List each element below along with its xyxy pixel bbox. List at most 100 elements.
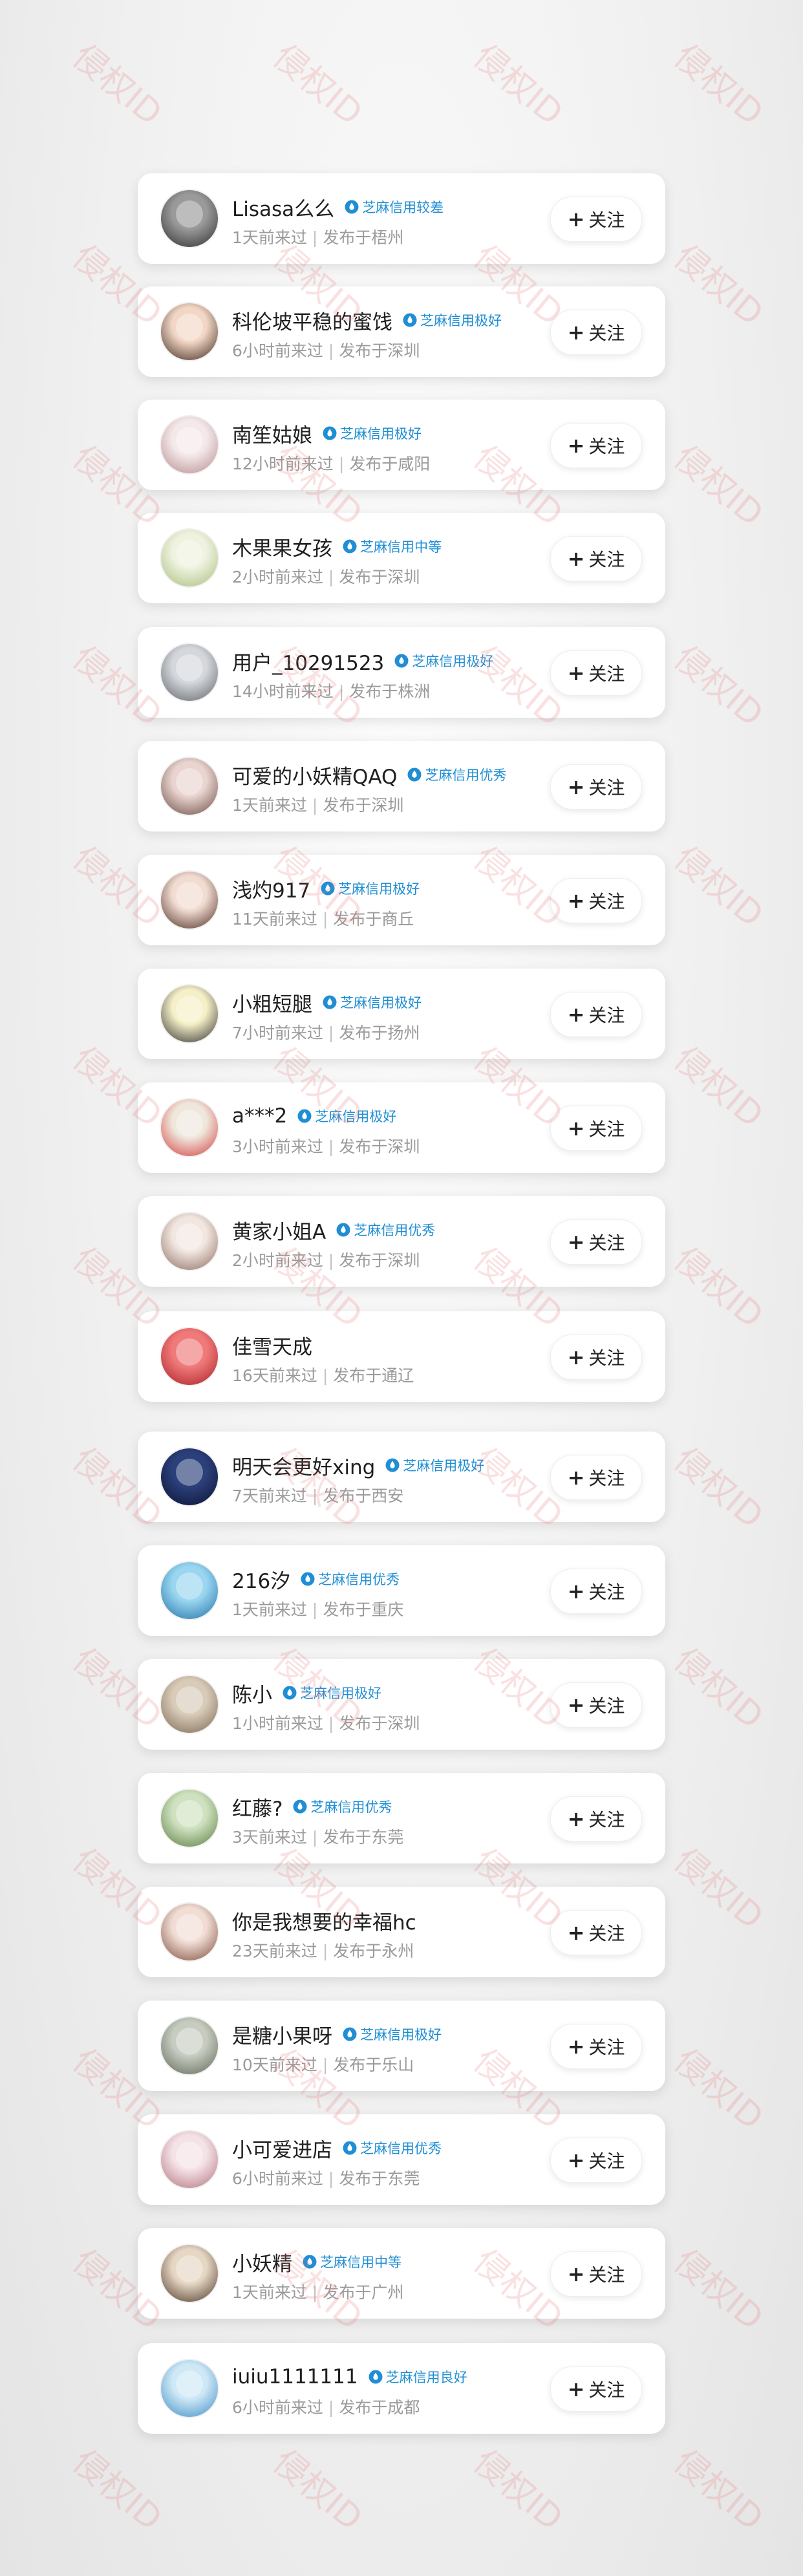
name-row: 佳雪天成 <box>232 1331 312 1360</box>
avatar[interactable] <box>161 1790 218 1847</box>
follow-button[interactable]: + 关注 <box>550 423 642 468</box>
user-name[interactable]: 黄家小姐A <box>232 1216 326 1245</box>
user-name[interactable]: 是糖小果呀 <box>232 2020 332 2049</box>
avatar[interactable] <box>161 1099 218 1156</box>
follow-button[interactable]: + 关注 <box>550 1219 642 1265</box>
last-seen-time: 1小时前来过 <box>232 1714 323 1733</box>
avatar[interactable] <box>161 644 218 701</box>
avatar[interactable] <box>161 1904 218 1960</box>
separator: | <box>312 228 318 247</box>
user-name[interactable]: 红藤? <box>232 1792 283 1821</box>
user-name[interactable]: 陈小 <box>232 1679 272 1708</box>
user-name[interactable]: Lisasa么么 <box>232 193 334 222</box>
sesame-credit-drop-icon <box>293 1799 307 1814</box>
avatar[interactable] <box>161 303 218 360</box>
follow-button[interactable]: + 关注 <box>550 2251 642 2297</box>
user-name[interactable]: 小可爱进店 <box>232 2134 332 2163</box>
credit-badge-label: 芝麻信用良好 <box>385 2370 467 2385</box>
plus-icon: + <box>567 1693 585 1717</box>
user-name[interactable]: 佳雪天成 <box>232 1331 312 1360</box>
last-seen-time: 1天前来过 <box>232 1600 307 1619</box>
user-name[interactable]: 你是我想要的幸福hc <box>232 1906 416 1935</box>
follow-button[interactable]: + 关注 <box>550 1910 642 1955</box>
follow-button[interactable]: + 关注 <box>550 1796 642 1841</box>
credit-badge-label: 芝麻信用极好 <box>360 2027 442 2043</box>
follow-label: 关注 <box>588 1119 625 1140</box>
avatar[interactable] <box>161 1676 218 1733</box>
watermark-text: 侵权ID <box>666 1240 771 1336</box>
post-location: 发布于扬州 <box>339 1024 420 1042</box>
follow-button[interactable]: + 关注 <box>550 197 642 242</box>
follow-button[interactable]: + 关注 <box>550 1455 642 1500</box>
user-name[interactable]: a***2 <box>232 1104 287 1128</box>
user-name[interactable]: iuiu1111111 <box>232 2365 358 2388</box>
sesame-credit-drop-icon <box>343 2141 357 2155</box>
user-name[interactable]: 216汐 <box>232 1565 290 1594</box>
user-name[interactable]: 科伦坡平稳的蜜饯 <box>232 306 392 335</box>
post-location: 发布于梧州 <box>323 228 404 247</box>
credit-badge-label: 芝麻信用极好 <box>340 426 422 442</box>
avatar[interactable] <box>161 530 218 586</box>
avatar[interactable] <box>161 985 218 1042</box>
user-name[interactable]: 小妖精 <box>232 2248 292 2277</box>
name-row: 可爱的小妖精QAQ 芝麻信用优秀 <box>232 760 511 789</box>
user-name[interactable]: 木果果女孩 <box>232 532 332 561</box>
avatar[interactable] <box>161 872 218 928</box>
sesame-credit-drop-icon <box>407 767 422 782</box>
user-name[interactable]: 浅灼917 <box>232 874 310 903</box>
follow-button[interactable]: + 关注 <box>550 1106 642 1151</box>
credit-badge: 芝麻信用极好 <box>400 310 507 330</box>
avatar[interactable] <box>161 1213 218 1270</box>
follow-button[interactable]: + 关注 <box>550 1569 642 1614</box>
follow-button[interactable]: + 关注 <box>550 992 642 1037</box>
follow-button[interactable]: + 关注 <box>550 1682 642 1728</box>
post-location: 发布于深圳 <box>339 568 420 586</box>
user-name[interactable]: 小粗短腿 <box>232 988 312 1017</box>
meta-line: 6小时前来过 | 发布于深圳 <box>232 338 420 361</box>
follow-button[interactable]: + 关注 <box>550 878 642 923</box>
avatar[interactable] <box>161 2245 218 2302</box>
follow-label: 关注 <box>588 2264 625 2286</box>
avatar[interactable] <box>161 416 218 473</box>
avatar[interactable] <box>161 1562 218 1619</box>
user-name[interactable]: 南笙姑娘 <box>232 419 312 448</box>
follow-button[interactable]: + 关注 <box>550 310 642 355</box>
meta-line: 23天前来过 | 发布于永州 <box>232 1938 414 1962</box>
last-seen-time: 2小时前来过 <box>232 568 323 586</box>
credit-badge-label: 芝麻信用极好 <box>340 995 422 1011</box>
follow-button[interactable]: + 关注 <box>550 536 642 581</box>
avatar[interactable] <box>161 190 218 247</box>
credit-badge: 芝麻信用中等 <box>340 537 447 556</box>
credit-badge: 芝麻信用优秀 <box>405 765 511 784</box>
follow-button[interactable]: + 关注 <box>550 2138 642 2183</box>
separator: | <box>322 910 328 928</box>
follow-button[interactable]: + 关注 <box>550 764 642 810</box>
separator: | <box>328 568 334 586</box>
avatar[interactable] <box>161 758 218 815</box>
list-item: 小可爱进店 芝麻信用优秀 6小时前来过 | 发布于东莞 + 关注 <box>138 2114 665 2205</box>
follow-button[interactable]: + 关注 <box>550 2024 642 2069</box>
follow-label: 关注 <box>588 2379 625 2401</box>
user-name[interactable]: 用户_10291523 <box>232 647 384 676</box>
watermark-text: 侵权ID <box>666 37 771 133</box>
sesame-credit-drop-icon <box>297 1109 312 1123</box>
avatar[interactable] <box>161 1328 218 1385</box>
avatar[interactable] <box>161 1448 218 1505</box>
follow-button[interactable]: + 关注 <box>550 2367 642 2412</box>
watermark-text: 侵权ID <box>265 37 370 133</box>
follow-button[interactable]: + 关注 <box>550 1335 642 1380</box>
user-name[interactable]: 明天会更好xing <box>232 1451 375 1480</box>
avatar[interactable] <box>161 2017 218 2074</box>
post-location: 发布于咸阳 <box>349 455 431 473</box>
list-item: 可爱的小妖精QAQ 芝麻信用优秀 1天前来过 | 发布于深圳 + 关注 <box>138 741 665 832</box>
follow-button[interactable]: + 关注 <box>550 650 642 696</box>
avatar[interactable] <box>161 2360 218 2417</box>
credit-badge: 芝麻信用极好 <box>392 651 498 671</box>
avatar[interactable] <box>161 2131 218 2188</box>
credit-badge: 芝麻信用极好 <box>280 1683 387 1702</box>
last-seen-time: 1天前来过 <box>232 796 307 815</box>
name-row: 南笙姑娘 芝麻信用极好 <box>232 419 427 448</box>
user-name[interactable]: 可爱的小妖精QAQ <box>232 760 397 789</box>
post-location: 发布于深圳 <box>339 1251 420 1270</box>
last-seen-time: 16天前来过 <box>232 1366 317 1385</box>
